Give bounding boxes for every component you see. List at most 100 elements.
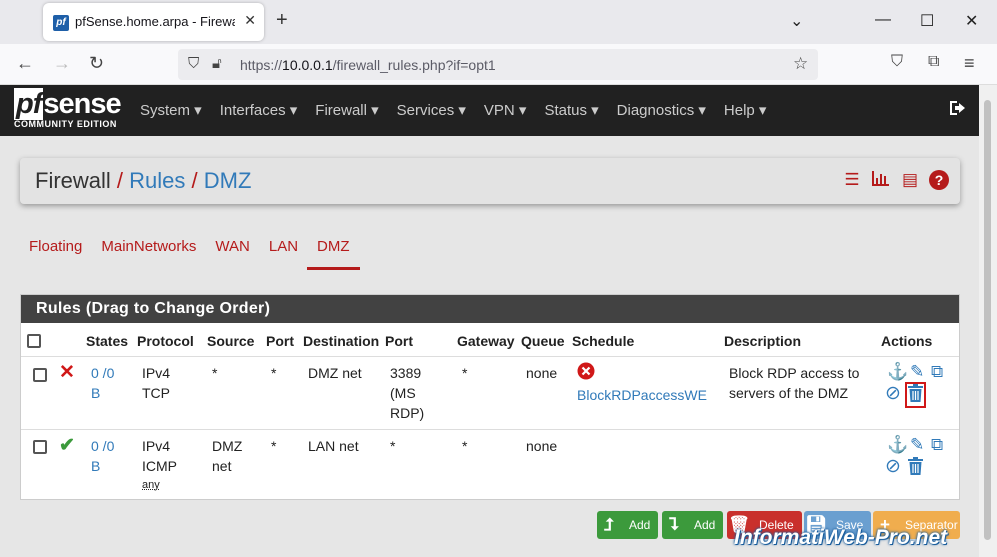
col-source-port[interactable]: Port: [266, 333, 294, 349]
pocket-icon[interactable]: ⛉: [891, 53, 903, 71]
block-x-icon[interactable]: ✕: [59, 363, 75, 383]
back-icon[interactable]: ←: [16, 53, 34, 74]
col-queue[interactable]: Queue: [521, 333, 565, 349]
col-schedule[interactable]: Schedule: [572, 333, 634, 349]
menu-services[interactable]: Services ▾: [397, 101, 466, 119]
states-link[interactable]: 0 /0: [91, 436, 114, 456]
description: Block RDP access to: [729, 365, 860, 381]
col-description[interactable]: Description: [724, 333, 801, 349]
interface-tabs: Floating MainNetworks WAN LAN DMZ: [29, 238, 379, 270]
menu-status[interactable]: Status ▾: [544, 101, 598, 119]
tab-floating[interactable]: Floating: [29, 238, 82, 270]
tab-lan[interactable]: LAN: [269, 238, 298, 270]
anchor-icon[interactable]: ⚓: [887, 363, 908, 381]
breadcrumb: Firewall / Rules / DMZ: [35, 168, 252, 193]
main-menu: System ▾ Interfaces ▾ Firewall ▾ Service…: [140, 101, 784, 119]
breadcrumb-rules[interactable]: Rules: [129, 168, 185, 193]
url-text: https://10.0.0.1/firewall_rules.php?if=o…: [240, 57, 496, 73]
schedule-link[interactable]: BlockRDPaccessWE: [577, 385, 707, 405]
col-source[interactable]: Source: [207, 333, 254, 349]
states-link[interactable]: 0 /0: [91, 363, 114, 383]
col-destination[interactable]: Destination: [303, 333, 379, 349]
source-line2: net: [212, 458, 232, 474]
icmp-subtype: any: [142, 479, 160, 491]
dest-port-alias-end: RDP): [390, 405, 425, 421]
delete-trash-icon[interactable]: [905, 382, 926, 408]
source: DMZ: [212, 438, 243, 454]
log-list-icon[interactable]: ▤: [900, 170, 920, 190]
menu-help[interactable]: Help ▾: [724, 101, 767, 119]
minimize-icon[interactable]: —: [875, 11, 891, 29]
copy-icon[interactable]: ⧉: [931, 363, 943, 381]
protocol: IPv4: [142, 365, 171, 381]
states-bytes[interactable]: B: [91, 456, 100, 476]
col-gateway[interactable]: Gateway: [457, 333, 515, 349]
tab-list-chevron-icon[interactable]: ⌄: [790, 11, 803, 31]
extensions-icon[interactable]: ⧉: [928, 53, 939, 71]
edit-pencil-icon[interactable]: ✎: [910, 436, 924, 454]
browser-tab-strip: pf pfSense.home.arpa - Firewall: R ✕ + ⌄…: [0, 0, 997, 44]
destination: DMZ net: [308, 365, 362, 381]
col-states[interactable]: States: [86, 333, 128, 349]
menu-diagnostics[interactable]: Diagnostics ▾: [617, 101, 706, 119]
breadcrumb-shortcuts: ☰ ▤ ?: [842, 170, 949, 190]
pfsense-logo[interactable]: pfsense COMMUNITY EDITION: [14, 88, 122, 129]
source-port: *: [271, 438, 277, 454]
menu-firewall[interactable]: Firewall ▾: [315, 101, 378, 119]
close-window-icon[interactable]: ✕: [965, 11, 978, 31]
url-bar[interactable]: ⛉ 🔓︎ https://10.0.0.1/firewall_rules.php…: [178, 49, 818, 80]
lock-warning-icon[interactable]: 🔓︎: [212, 55, 222, 72]
copy-icon[interactable]: ⧉: [931, 436, 943, 454]
menu-hamburger-icon[interactable]: ≡: [964, 53, 975, 74]
tab-mainnetworks[interactable]: MainNetworks: [101, 238, 196, 270]
arrow-up-icon: ⮥: [603, 515, 615, 534]
queue: none: [526, 438, 558, 454]
new-tab-icon[interactable]: +: [276, 10, 288, 30]
panel-title: Rules (Drag to Change Order): [21, 295, 959, 323]
anchor-icon[interactable]: ⚓: [887, 436, 908, 454]
breadcrumb-dmz[interactable]: DMZ: [204, 168, 252, 193]
dest-port: 3389: [390, 365, 422, 381]
bar-chart-icon[interactable]: [871, 170, 891, 190]
disable-icon[interactable]: ⊘: [885, 457, 901, 476]
logout-icon[interactable]: [948, 99, 968, 122]
reload-icon[interactable]: ↻: [89, 53, 104, 74]
pass-check-icon[interactable]: ✔: [59, 436, 75, 456]
row-checkbox[interactable]: [33, 440, 47, 454]
shield-icon[interactable]: ⛉: [188, 55, 199, 72]
source-port: *: [271, 365, 277, 381]
protocol-type: TCP: [142, 385, 170, 401]
schedule-inactive-icon: [577, 362, 595, 385]
menu-system[interactable]: System ▾: [140, 101, 202, 119]
edit-pencil-icon[interactable]: ✎: [910, 363, 924, 381]
gateway: *: [462, 438, 468, 454]
source: *: [212, 365, 218, 381]
close-tab-icon[interactable]: ✕: [244, 12, 256, 29]
tab-dmz[interactable]: DMZ: [307, 238, 360, 270]
states-bytes[interactable]: B: [91, 383, 100, 403]
help-icon[interactable]: ?: [929, 170, 949, 190]
dest-port-alias: (MS: [390, 385, 416, 401]
browser-tab[interactable]: pf pfSense.home.arpa - Firewall: R ✕: [43, 3, 264, 41]
menu-vpn[interactable]: VPN ▾: [484, 101, 527, 119]
destination: LAN net: [308, 438, 359, 454]
col-protocol[interactable]: Protocol: [137, 333, 194, 349]
settings-sliders-icon[interactable]: ☰: [842, 170, 862, 190]
bookmark-star-icon[interactable]: ☆: [793, 54, 808, 74]
tab-title: pfSense.home.arpa - Firewall: R: [75, 14, 235, 29]
select-all-checkbox[interactable]: [27, 334, 41, 348]
row-checkbox[interactable]: [33, 368, 47, 382]
description-line2: servers of the DMZ: [729, 385, 849, 401]
tab-wan[interactable]: WAN: [215, 238, 249, 270]
queue: none: [526, 365, 558, 381]
scrollbar-thumb[interactable]: [984, 100, 991, 540]
col-dest-port[interactable]: Port: [385, 333, 413, 349]
add-bottom-button[interactable]: ⮧ Add: [662, 511, 724, 539]
maximize-icon[interactable]: ☐: [920, 11, 934, 31]
forward-icon[interactable]: →: [53, 53, 71, 74]
disable-icon[interactable]: ⊘: [885, 384, 901, 403]
menu-interfaces[interactable]: Interfaces ▾: [220, 101, 298, 119]
watermark: InformatiWeb-Pro.net: [734, 526, 948, 549]
delete-trash-icon[interactable]: [908, 457, 923, 479]
add-top-button[interactable]: ⮥ Add: [597, 511, 659, 539]
